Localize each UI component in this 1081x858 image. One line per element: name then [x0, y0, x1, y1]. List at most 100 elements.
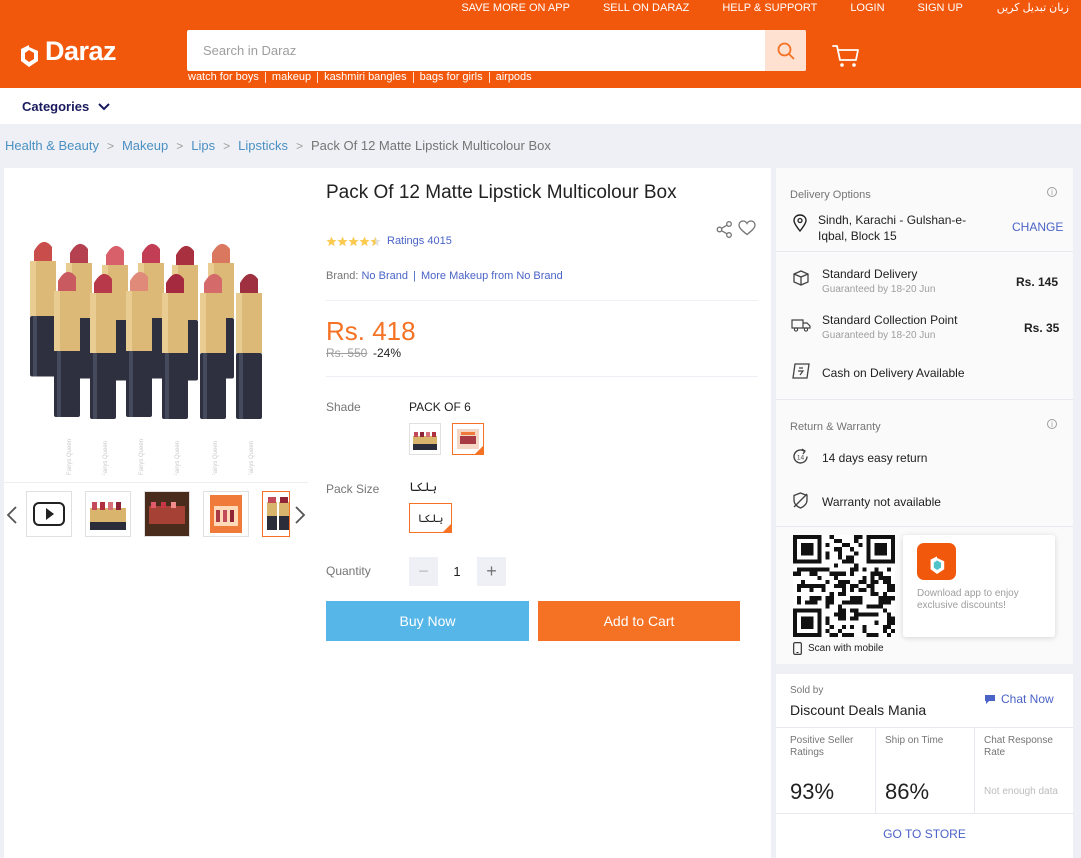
app-download-card[interactable]: Download app to enjoy exclusive discount…	[903, 535, 1055, 637]
quantity-value[interactable]: 1	[447, 564, 467, 579]
standard-delivery-price: Rs. 145	[1016, 275, 1059, 289]
shade-option-selected[interactable]	[452, 423, 484, 455]
app-promo-text: Download app to enjoy exclusive discount…	[917, 588, 1019, 611]
search-suggestions: watch for boys makeup kashmiri bangles b…	[188, 72, 538, 83]
brand-separator: |	[413, 270, 416, 282]
suggestion-item[interactable]: makeup	[266, 72, 319, 83]
brand-line: Brand: No Brand | More Makeup from No Br…	[326, 270, 563, 282]
standard-delivery-guarantee: Guaranteed by 18-20 Jun	[822, 284, 936, 295]
divider	[776, 526, 1073, 527]
search-input[interactable]	[187, 30, 763, 71]
chevron-left-icon[interactable]	[6, 505, 18, 525]
breadcrumb-link[interactable]: Lipsticks	[238, 138, 288, 153]
shade-label: Shade	[326, 400, 361, 414]
delivery-options-title: Delivery Options	[790, 189, 871, 201]
breadcrumb: Health & Beauty > Makeup > Lips > Lipsti…	[5, 138, 551, 153]
cart-icon[interactable]	[832, 43, 860, 69]
divider	[776, 727, 1073, 728]
product-main-image[interactable]: Fairys Queen Fairys Queen Fairys Queen Fair…	[8, 185, 298, 475]
signup-link[interactable]: SIGN UP	[918, 2, 963, 14]
chat-now-button[interactable]: Chat Now	[984, 692, 1054, 706]
search-bar	[187, 30, 806, 71]
thumbnail-image[interactable]	[144, 491, 190, 537]
pack-size-option-selected[interactable]: ہلکا	[409, 503, 452, 533]
standard-delivery-icon	[793, 270, 809, 286]
category-bar	[0, 88, 1081, 124]
positive-ratings-value: 93%	[790, 779, 835, 804]
minus-icon: −	[418, 561, 429, 581]
shade-thumb-image	[413, 432, 437, 450]
suggestion-item[interactable]: bags for girls	[414, 72, 490, 83]
shade-value: PACK OF 6	[409, 400, 471, 414]
quantity-increase-button[interactable]: +	[477, 557, 506, 586]
collection-point-guarantee: Guaranteed by 18-20 Jun	[822, 330, 936, 341]
chevron-right-icon: >	[176, 138, 184, 153]
standard-delivery-label: Standard Delivery	[822, 267, 918, 281]
star-icon	[337, 236, 348, 247]
divider	[326, 300, 758, 301]
breadcrumb-link[interactable]: Health & Beauty	[5, 138, 99, 153]
current-price: Rs. 418	[326, 316, 416, 346]
share-icon[interactable]	[716, 221, 733, 238]
thumbnail-video[interactable]	[26, 491, 72, 537]
delivery-location: Sindh, Karachi - Gulshan-e-Iqbal, Block …	[818, 213, 967, 243]
app-qr-code	[793, 535, 895, 637]
delivery-truck-icon	[791, 319, 811, 332]
login-link[interactable]: LOGIN	[850, 2, 884, 14]
suggestion-item[interactable]: kashmiri bangles	[318, 72, 414, 83]
ship-on-time-label: Ship on Time	[885, 735, 944, 746]
ship-on-time-value: 86%	[885, 779, 930, 804]
daraz-logo[interactable]: Daraz	[19, 36, 117, 67]
categories-menu[interactable]: Categories	[22, 99, 110, 114]
divider	[326, 376, 758, 377]
breadcrumb-link[interactable]: Lips	[191, 138, 215, 153]
breadcrumb-link[interactable]: Makeup	[122, 138, 168, 153]
sell-on-daraz-link[interactable]: SELL ON DARAZ	[603, 2, 689, 14]
quantity-decrease-button[interactable]: −	[409, 557, 438, 586]
go-to-store-link[interactable]: GO TO STORE	[776, 827, 1073, 841]
more-from-brand-link[interactable]: More Makeup from No Brand	[421, 270, 563, 282]
chevron-right-icon: >	[106, 138, 114, 153]
chat-response-value: Not enough data	[984, 786, 1058, 797]
brand-label: Brand:	[326, 270, 359, 282]
change-language-link[interactable]: زبان تبدیل کریں	[997, 2, 1069, 14]
collection-point-price: Rs. 35	[1024, 321, 1060, 335]
thumbnail-image[interactable]	[85, 491, 131, 537]
help-support-link[interactable]: HELP & SUPPORT	[722, 2, 817, 14]
lipstick-tube	[30, 241, 56, 377]
quantity-label: Quantity	[326, 564, 371, 578]
thumbnail-image-selected[interactable]	[262, 491, 290, 537]
wishlist-heart-icon[interactable]	[738, 220, 756, 236]
lipstick-tube	[90, 273, 116, 419]
ratings-count-link[interactable]: Ratings 4015	[387, 235, 452, 247]
pack-size-option-label: ہلکا	[417, 512, 444, 525]
thumbnail-image[interactable]	[203, 491, 249, 537]
buy-now-button[interactable]: Buy Now	[326, 601, 529, 641]
search-icon	[777, 42, 794, 59]
info-icon[interactable]: i	[1047, 419, 1057, 429]
brand-link[interactable]: No Brand	[361, 270, 407, 282]
return-days-icon-text: 14	[797, 455, 805, 462]
change-location-link[interactable]: CHANGE	[1012, 220, 1063, 234]
scan-with-mobile-label: Scan with mobile	[808, 643, 884, 654]
info-icon[interactable]: i	[1047, 187, 1057, 197]
seller-name[interactable]: Discount Deals Mania	[790, 702, 926, 718]
chat-now-label: Chat Now	[1001, 692, 1054, 706]
chevron-right-icon: >	[295, 138, 303, 153]
daraz-logo-icon	[21, 36, 38, 67]
original-price: Rs. 550	[326, 346, 368, 360]
star-icon	[359, 236, 370, 247]
lipstick-tube	[126, 271, 152, 417]
lipstick-thumb-image	[90, 502, 126, 530]
search-button[interactable]	[765, 30, 806, 71]
shade-option[interactable]	[409, 423, 441, 455]
categories-label: Categories	[22, 99, 90, 114]
chevron-right-icon[interactable]	[294, 505, 306, 525]
save-more-on-app-link[interactable]: SAVE MORE ON APP	[461, 2, 570, 14]
suggestion-item[interactable]: watch for boys	[188, 72, 266, 83]
suggestion-item[interactable]: airpods	[490, 72, 538, 83]
lipstick-brand-print: Fairys Queen	[213, 441, 219, 475]
add-to-cart-button[interactable]: Add to Cart	[538, 601, 740, 641]
sold-by-label: Sold by	[790, 685, 824, 696]
star-icon	[326, 236, 337, 247]
